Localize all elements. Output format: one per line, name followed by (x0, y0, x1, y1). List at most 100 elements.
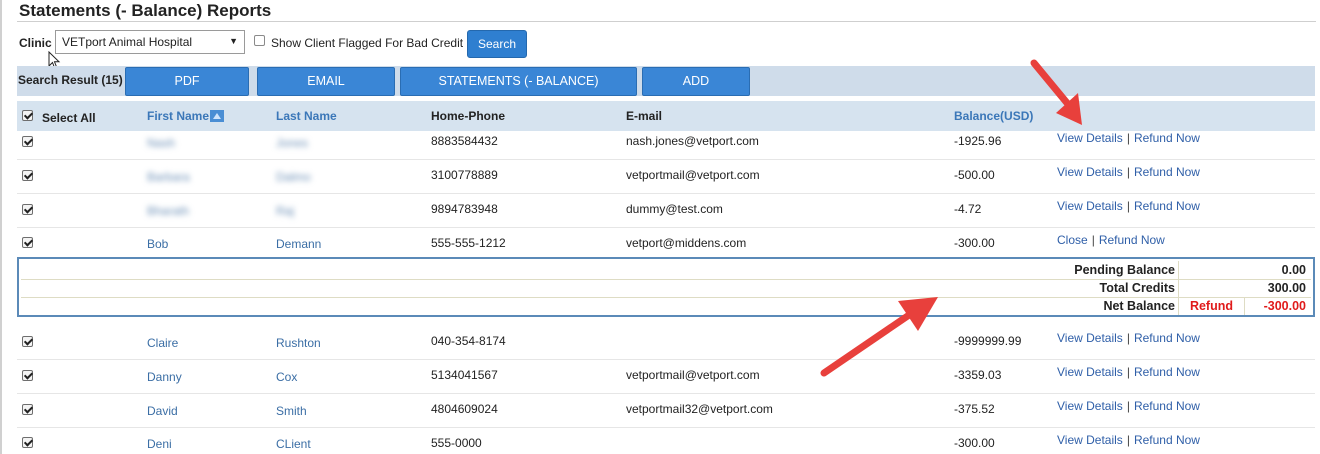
close-details-link[interactable]: Close (1057, 233, 1088, 247)
last-name-cell[interactable]: Raj (276, 204, 294, 218)
refund-now-link[interactable]: Refund Now (1134, 433, 1200, 447)
phone-cell: 5134041567 (431, 368, 498, 382)
last-name-cell[interactable]: Demann (276, 237, 321, 251)
bad-credit-label: Show Client Flagged For Bad Credit (271, 36, 464, 50)
first-name-cell[interactable]: Bob (147, 237, 168, 251)
first-name-cell[interactable]: Nash (147, 136, 175, 150)
view-details-link[interactable]: View Details (1057, 199, 1123, 213)
last-name-cell[interactable]: CLient (276, 437, 311, 451)
total-credits-row: Total Credits 300.00 (21, 279, 1311, 298)
home-phone-header: Home-Phone (431, 109, 506, 123)
view-details-link[interactable]: View Details (1057, 165, 1123, 179)
clinic-label: Clinic (19, 36, 52, 50)
total-credits-value: 300.00 (1267, 281, 1306, 295)
email-cell: dummy@test.com (626, 202, 723, 216)
refund-now-link[interactable]: Refund Now (1134, 131, 1200, 145)
view-details-link[interactable]: View Details (1057, 399, 1123, 413)
pending-balance-row: Pending Balance 0.00 (21, 261, 1311, 280)
phone-cell: 3100778889 (431, 168, 498, 182)
first-name-cell[interactable]: Barbara (147, 170, 190, 184)
sort-asc-icon[interactable] (210, 110, 225, 122)
phone-cell: 8883584432 (431, 134, 498, 148)
phone-cell: 9894783948 (431, 202, 498, 216)
row-checkbox[interactable] (22, 336, 33, 347)
pdf-statements-button[interactable]: PDF STATEMENTS (125, 67, 249, 115)
email-cell: vetportmail32@vetport.com (626, 402, 773, 416)
view-details-link[interactable]: View Details (1057, 433, 1123, 447)
toolbar: Search Result (15) PDF STATEMENTS EMAIL … (17, 66, 1315, 115)
search-button[interactable]: Search (467, 30, 527, 58)
row-actions: View Details | Refund Now (1057, 131, 1200, 145)
first-name-header-label: First Name (147, 109, 210, 123)
bad-credit-checkbox[interactable] (254, 35, 265, 46)
first-name-cell[interactable]: Bharath (147, 204, 189, 218)
row-checkbox[interactable] (22, 404, 33, 415)
first-name-cell[interactable]: Deni (147, 437, 172, 451)
net-balance-row: Net Balance Refund -300.00 (21, 297, 1311, 315)
clinic-select-value: VETport Animal Hospital (62, 35, 193, 49)
last-name-cell[interactable]: Smith (276, 404, 307, 418)
left-border (0, 0, 2, 454)
pending-balance-label: Pending Balance (1074, 263, 1175, 277)
balance-cell: -9999999.99 (954, 334, 1022, 348)
row-checkbox[interactable] (22, 370, 33, 381)
search-result-count: Search Result (15) (18, 73, 123, 87)
table-row: Danny Cox 5134041567 vetportmail@vetport… (17, 359, 1315, 394)
balance-reports-button[interactable]: STATEMENTS (- BALANCE) REPORTS (400, 67, 637, 115)
view-details-link[interactable]: View Details (1057, 365, 1123, 379)
balance-cell: -375.52 (954, 402, 995, 416)
last-name-cell[interactable]: Rushton (276, 336, 321, 350)
row-checkbox[interactable] (22, 237, 33, 248)
net-balance-value: -300.00 (1263, 299, 1306, 313)
last-name-cell[interactable]: Jones (276, 136, 308, 150)
row-actions: View Details | Refund Now (1057, 165, 1200, 179)
table-row: Bob Demann 555-555-1212 vetport@middens.… (17, 227, 1315, 257)
first-name-header[interactable]: First Name (147, 109, 225, 123)
select-all-label: Select All (42, 111, 96, 125)
page-title: Statements (- Balance) Reports (19, 1, 272, 20)
clinic-select[interactable]: VETport Animal Hospital ▼ (55, 30, 245, 54)
view-details-link[interactable]: View Details (1057, 331, 1123, 345)
refund-now-link[interactable]: Refund Now (1134, 199, 1200, 213)
balance-cell: -1925.96 (954, 134, 1002, 148)
table-row: Bharath Raj 9894783948 dummy@test.com -4… (17, 193, 1315, 228)
row-actions: Close | Refund Now (1057, 233, 1165, 247)
row-checkbox[interactable] (22, 170, 33, 181)
first-name-cell[interactable]: Claire (147, 336, 178, 350)
last-name-cell[interactable]: Cox (276, 370, 297, 384)
table-row: Deni CLient 555-0000 -300.00 View Detail… (17, 427, 1315, 454)
select-all-checkbox[interactable] (22, 110, 33, 121)
add-interest-button[interactable]: ADD INTEREST (642, 67, 750, 115)
view-details-link[interactable]: View Details (1057, 131, 1123, 145)
pending-balance-value: 0.00 (1281, 263, 1306, 277)
table-row: David Smith 4804609024 vetportmail32@vet… (17, 393, 1315, 428)
email-statements-button[interactable]: EMAIL STATEMENTS (257, 67, 395, 115)
email-header: E-mail (626, 109, 663, 123)
table-row: Claire Rushton 040-354-8174 -9999999.99 … (17, 325, 1315, 360)
balance-details-panel: Pending Balance 0.00 Total Credits 300.0… (17, 257, 1315, 317)
refund-now-link[interactable]: Refund Now (1134, 331, 1200, 345)
row-checkbox[interactable] (22, 136, 33, 147)
balance-header[interactable]: Balance(USD) (954, 109, 1033, 123)
first-name-cell[interactable]: Danny (147, 370, 182, 384)
title-divider (17, 21, 1316, 22)
row-actions: View Details | Refund Now (1057, 199, 1200, 213)
balance-cell: -3359.03 (954, 368, 1002, 382)
refund-now-link[interactable]: Refund Now (1134, 165, 1200, 179)
phone-cell: 040-354-8174 (431, 334, 506, 348)
phone-cell: 555-0000 (431, 436, 482, 450)
row-actions: View Details | Refund Now (1057, 399, 1200, 413)
phone-cell: 555-555-1212 (431, 236, 506, 250)
refund-now-link[interactable]: Refund Now (1099, 233, 1165, 247)
first-name-cell[interactable]: David (147, 404, 178, 418)
phone-cell: 4804609024 (431, 402, 498, 416)
row-checkbox[interactable] (22, 204, 33, 215)
refund-tag: Refund (1189, 299, 1233, 313)
refund-now-link[interactable]: Refund Now (1134, 399, 1200, 413)
last-name-header[interactable]: Last Name (276, 109, 337, 123)
balance-cell: -4.72 (954, 202, 982, 216)
table-row: Nash Jones 8883584432 nash.jones@vetport… (17, 125, 1315, 160)
refund-now-link[interactable]: Refund Now (1134, 365, 1200, 379)
last-name-cell[interactable]: Dalmo (276, 170, 311, 184)
row-checkbox[interactable] (22, 437, 33, 448)
